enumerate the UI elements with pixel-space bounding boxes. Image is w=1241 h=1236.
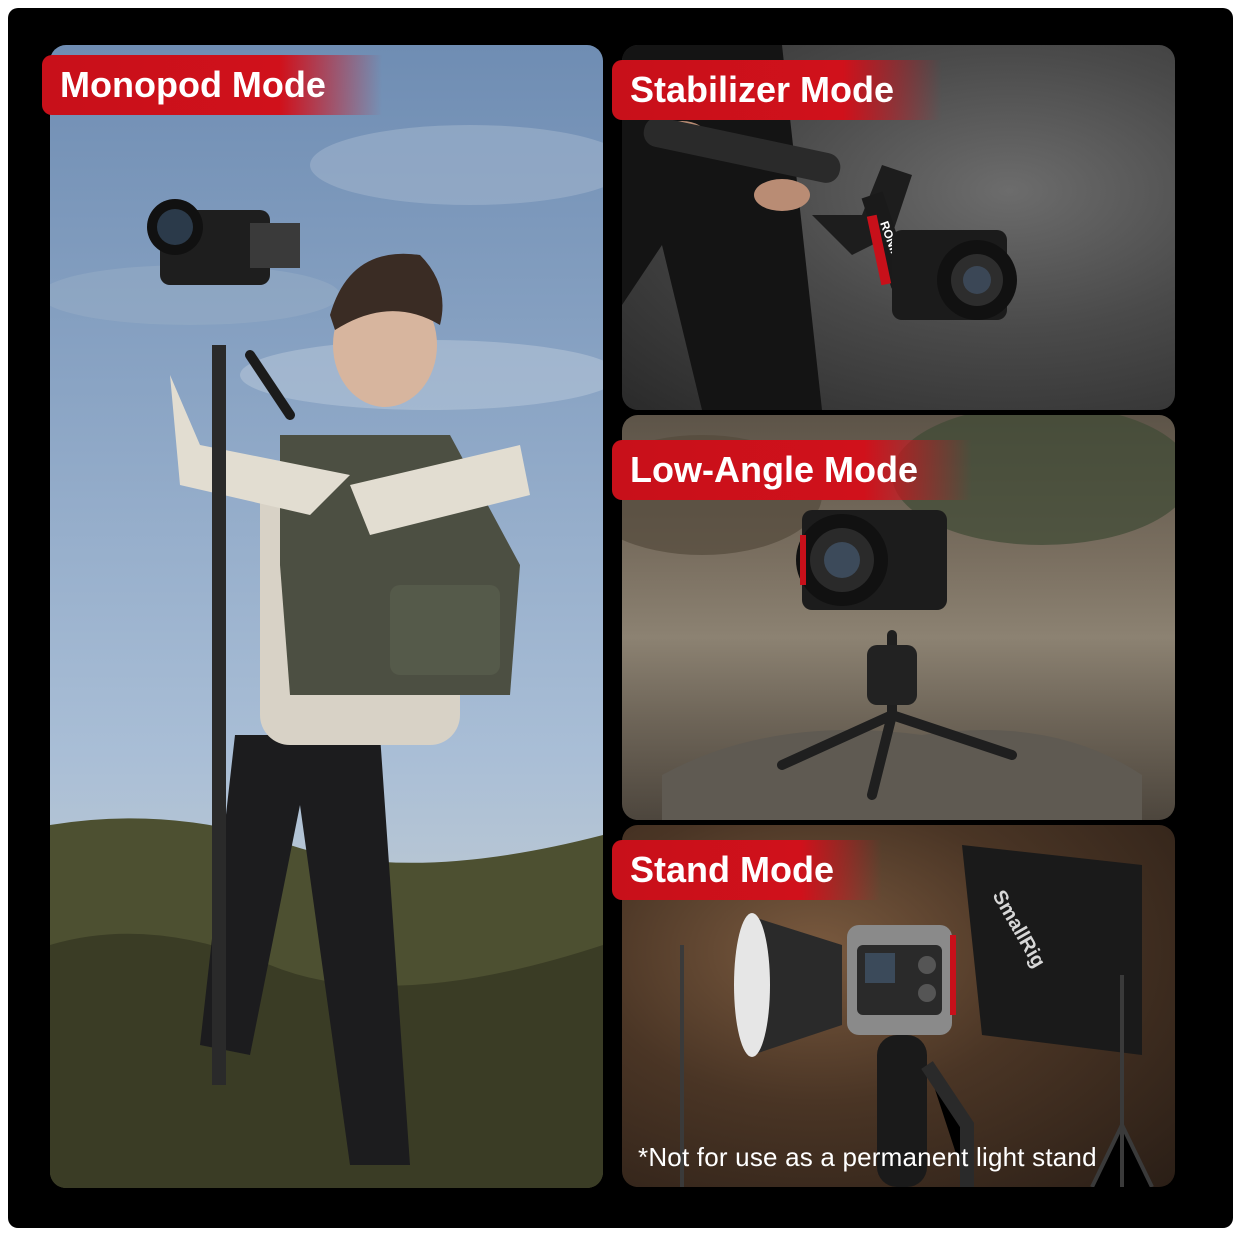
monopod-illustration xyxy=(50,125,603,1188)
stand-mode-label: Stand Mode xyxy=(612,840,882,900)
low-angle-mode-label: Low-Angle Mode xyxy=(612,440,972,500)
stabilizer-mode-label: Stabilizer Mode xyxy=(612,60,942,120)
monopod-mode-label: Monopod Mode xyxy=(42,55,382,115)
monopod-photo xyxy=(50,45,603,1188)
stand-disclaimer: *Not for use as a permanent light stand xyxy=(638,1142,1097,1172)
